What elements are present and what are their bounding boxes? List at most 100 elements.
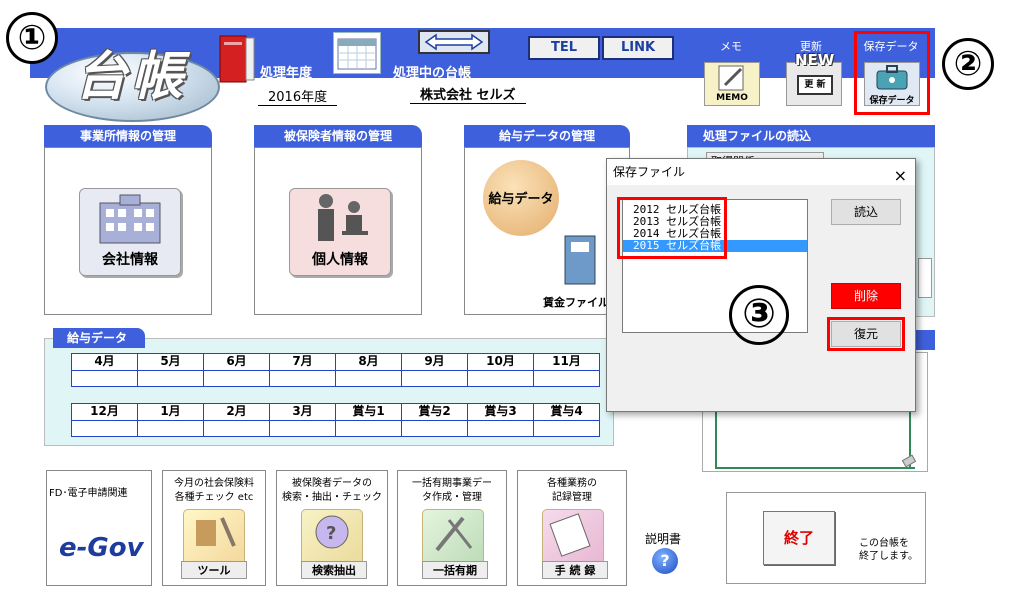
fiscal-year-label: 処理年度 <box>260 66 313 81</box>
manual-label: 説明書 <box>645 532 682 546</box>
salary-grid-2: 12月 1月 2月 3月 賞与1 賞与2 賞与3 賞与4 <box>71 403 600 437</box>
salary-month-header: 9月 <box>401 354 467 370</box>
salary-month-header: 5月 <box>137 354 203 370</box>
salary-month-cell[interactable] <box>467 421 533 436</box>
update-button[interactable]: NEW 更 新 <box>786 51 842 106</box>
exit-description: この台帳を 終了します。 <box>859 538 918 562</box>
save-data-icon-text: 保存データ <box>869 96 915 106</box>
salary-month-cell[interactable] <box>269 371 335 386</box>
salary-data-button[interactable]: 給与データ <box>483 160 559 236</box>
search-caption: 検索抽出 <box>301 561 367 579</box>
salary-month-cell[interactable] <box>533 371 599 386</box>
annotation-3: ③ <box>729 285 789 345</box>
tool-tools-text: 今月の社会保険料 各種チェック etc <box>174 478 254 503</box>
current-ledger-label: 処理中の台帳 <box>393 66 472 81</box>
insured-panel-tab: 被保険者情報の管理 <box>254 125 422 147</box>
personal-info-label: 個人情報 <box>312 252 368 268</box>
salary-month-cell[interactable] <box>533 421 599 436</box>
salary-month-cell[interactable] <box>401 421 467 436</box>
exit-button[interactable]: 終了 <box>763 511 835 565</box>
tool-records[interactable]: 各種業務の 記録管理 手 続 録 <box>517 470 627 586</box>
eraser-icon <box>901 454 917 468</box>
salary-month-cell[interactable] <box>401 371 467 386</box>
salary-month-header: 6月 <box>203 354 269 370</box>
save-data-button[interactable]: 保存データ <box>864 62 920 106</box>
salary-month-header: 7月 <box>269 354 335 370</box>
office-panel: 会社情報 <box>44 147 212 315</box>
annotation-2: ② <box>942 38 994 90</box>
calendar-icon[interactable] <box>333 32 381 74</box>
salary-grid-values-1 <box>72 370 599 386</box>
app-logo: 台帳 <box>75 47 188 107</box>
delete-button[interactable]: 削除 <box>831 283 901 309</box>
salary-month-header: 賞与2 <box>401 404 467 420</box>
link-button[interactable]: LINK <box>602 36 674 60</box>
tool-search[interactable]: 被保険者データの 検索・抽出・チェック ? 検索抽出 <box>276 470 388 586</box>
tel-button[interactable]: TEL <box>528 36 600 60</box>
tool-egov-text: FD･電子申請関連 <box>49 488 128 499</box>
office-panel-tab: 事業所情報の管理 <box>44 125 212 147</box>
wage-file-button[interactable] <box>561 232 601 288</box>
salary-month-cell[interactable] <box>467 371 533 386</box>
salary-grid-header-1: 4月 5月 6月 7月 8月 9月 10月 11月 <box>72 354 599 370</box>
salary-grid-values-2 <box>72 420 599 436</box>
salary-month-header: 11月 <box>533 354 599 370</box>
svg-text:?: ? <box>326 523 336 544</box>
salary-month-cell[interactable] <box>137 421 203 436</box>
current-ledger-value: 株式会社 セルズ <box>410 84 526 104</box>
file-load-scroll <box>918 258 932 298</box>
salary-month-header: 3月 <box>269 404 335 420</box>
tools-caption: ツール <box>181 561 247 579</box>
tool-bulk-text: 一括有期事業デー タ作成・管理 <box>412 478 492 503</box>
dialog-title: 保存ファイル <box>613 165 686 179</box>
update-icon-text: 更 新 <box>797 75 833 95</box>
tool-records-text: 各種業務の 記録管理 <box>547 478 597 503</box>
salary-month-cell[interactable] <box>72 421 137 436</box>
salary-panel-tab: 給与データの管理 <box>464 125 630 147</box>
salary-month-cell[interactable] <box>203 371 269 386</box>
salary-month-cell[interactable] <box>335 421 401 436</box>
load-button[interactable]: 読込 <box>831 199 901 225</box>
salary-table-panel: 給与データ 4月 5月 6月 7月 8月 9月 10月 11月 12月 1月 2月 3月 賞与1 賞与2… <box>44 328 614 446</box>
highlight-restore <box>827 317 905 351</box>
switch-arrows-button[interactable] <box>418 30 490 54</box>
tool-egov[interactable]: FD･電子申請関連 e-Gov <box>46 470 152 586</box>
company-info-label: 会社情報 <box>102 252 158 268</box>
annotation-1: ① <box>6 12 58 64</box>
save-file-dialog: 保存ファイル × 2012 セルズ台帳 2013 セルズ台帳 2014 セルズ台帳 2… <box>606 158 916 412</box>
memo-button[interactable]: MEMO <box>704 62 760 106</box>
tool-tools[interactable]: 今月の社会保険料 各種チェック etc ツール <box>162 470 266 586</box>
right-blue-strip <box>914 330 935 350</box>
memo-icon-text: MEMO <box>716 93 748 103</box>
salary-month-cell[interactable] <box>335 371 401 386</box>
fiscal-year-value: 2016年度 <box>258 86 338 106</box>
salary-month-header: 2月 <box>203 404 269 420</box>
salary-month-header: 4月 <box>94 354 115 368</box>
close-icon[interactable]: × <box>894 163 907 189</box>
building-icon <box>99 194 161 244</box>
bulk-caption: 一括有期 <box>422 561 488 579</box>
manual-button[interactable]: ? <box>652 548 678 574</box>
salary-month-header: 12月 <box>90 404 119 418</box>
salary-month-cell[interactable] <box>72 371 137 386</box>
salary-month-cell[interactable] <box>137 371 203 386</box>
personal-info-button[interactable]: 個人情報 <box>289 188 391 276</box>
salary-grid-1: 4月 5月 6月 7月 8月 9月 10月 11月 <box>71 353 600 387</box>
records-caption: 手 続 録 <box>542 561 608 579</box>
salary-grid-header-2: 12月 1月 2月 3月 賞与1 賞与2 賞与3 賞与4 <box>72 404 599 420</box>
dialog-title-bar: 保存ファイル × <box>607 159 915 185</box>
binder-icon <box>564 235 596 285</box>
salary-month-cell[interactable] <box>203 421 269 436</box>
tool-bulk[interactable]: 一括有期事業デー タ作成・管理 一括有期 <box>397 470 507 586</box>
salary-month-header: 1月 <box>137 404 203 420</box>
update-new-text: NEW <box>795 51 835 69</box>
salary-month-cell[interactable] <box>269 421 335 436</box>
file-load-tab: 処理ファイルの読込 <box>687 125 935 147</box>
salary-month-header: 賞与1 <box>335 404 401 420</box>
salary-month-header: 賞与4 <box>533 404 599 420</box>
company-info-button[interactable]: 会社情報 <box>79 188 181 276</box>
insured-panel: 個人情報 <box>254 147 422 315</box>
tool-search-text: 被保険者データの 検索・抽出・チェック <box>282 478 382 503</box>
people-icon <box>318 194 368 241</box>
salary-month-header: 賞与3 <box>467 404 533 420</box>
